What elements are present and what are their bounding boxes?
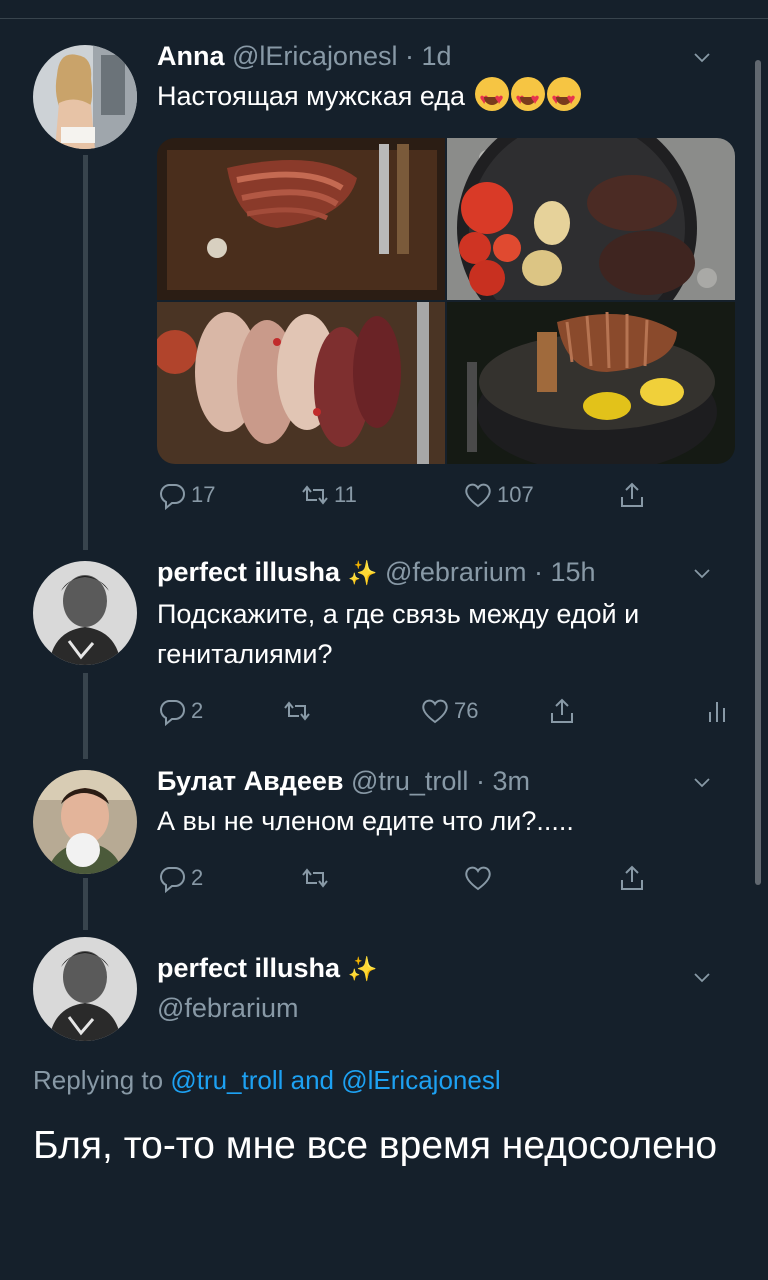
like-button[interactable] <box>463 863 497 893</box>
tweet-header: perfect illusha ✨ <box>157 952 738 986</box>
user-name[interactable]: perfect illusha <box>157 953 340 983</box>
like-icon <box>465 483 491 508</box>
tweet[interactable]: Булат Авдеев @tru_troll · 3m А вы не чле… <box>0 765 768 895</box>
top-divider <box>0 18 768 19</box>
sparkles-emoji: ✨ <box>347 560 378 587</box>
tweet-body: perfect illusha ✨ @febrarium · 15h Подск… <box>157 556 738 674</box>
tweet-header: perfect illusha ✨ @febrarium · 15h <box>157 556 738 590</box>
separator-dot: · <box>405 41 414 71</box>
share-button[interactable] <box>547 696 577 726</box>
reply-icon <box>160 867 185 893</box>
retweet-button[interactable] <box>282 696 316 726</box>
tweet-body: Anna @lEricajonesl · 1d Настоящая мужска… <box>157 40 738 120</box>
mention-link[interactable]: @lEricajonesl <box>341 1065 500 1095</box>
tweet[interactable]: perfect illusha ✨ @febrarium · 15h Подск… <box>0 556 768 726</box>
user-name[interactable]: Булат Авдеев <box>157 766 343 796</box>
media-image-steak[interactable] <box>157 138 445 300</box>
like-count: 107 <box>497 482 534 507</box>
chevron-down-icon[interactable] <box>694 566 710 582</box>
chevron-down-icon[interactable] <box>694 775 710 791</box>
separator-dot: · <box>533 557 543 587</box>
separator-dot: · <box>475 766 485 796</box>
retweet-icon <box>284 701 310 721</box>
timestamp[interactable]: 3m <box>492 766 530 796</box>
tweet-text: Настоящая мужская еда <box>157 76 738 120</box>
chevron-down-icon[interactable] <box>694 970 710 986</box>
user-name[interactable]: perfect illusha <box>157 557 340 587</box>
focused-header: perfect illusha ✨ @febrarium <box>157 952 738 1024</box>
retweet-icon <box>302 485 328 505</box>
media-grid[interactable] <box>157 138 735 464</box>
reply-count: 2 <box>191 698 204 723</box>
tweet-header: Булат Авдеев @tru_troll · 3m <box>157 765 738 797</box>
reply-button[interactable]: 2 <box>157 863 203 893</box>
share-button[interactable] <box>617 863 647 893</box>
avatar[interactable] <box>33 937 137 1041</box>
avatar[interactable] <box>33 45 137 149</box>
tweet-actions: 2 <box>157 863 647 897</box>
replying-to: Replying to @tru_troll and @lEricajonesl <box>33 1065 501 1096</box>
tweet-actions: 2 76 <box>157 696 737 730</box>
tweet-body: Булат Авдеев @tru_troll · 3m А вы не чле… <box>157 765 738 841</box>
share-icon <box>551 698 573 723</box>
tweet-text: Подскажите, а где связь между едой и ген… <box>157 599 640 669</box>
mention-link[interactable]: @tru_troll <box>170 1065 283 1095</box>
share-icon <box>621 865 643 890</box>
sparkles-emoji: ✨ <box>347 956 378 983</box>
tweet[interactable]: Anna @lEricajonesl · 1d Настоящая мужска… <box>0 40 768 520</box>
media-image-cured-meat[interactable] <box>157 302 445 464</box>
tweet-header: Anna @lEricajonesl · 1d <box>157 40 738 72</box>
retweet-button[interactable] <box>300 863 334 893</box>
user-handle[interactable]: @lEricajonesl <box>232 41 397 71</box>
analytics-button[interactable] <box>702 696 732 726</box>
retweet-button[interactable]: 11 <box>300 480 357 510</box>
focused-tweet-text: Бля, то-то мне все время недосолено <box>33 1124 718 1167</box>
timestamp[interactable]: 15h <box>550 557 595 587</box>
reply-button[interactable]: 2 <box>157 696 203 726</box>
like-count: 76 <box>454 698 479 723</box>
reply-button[interactable]: 17 <box>157 480 215 510</box>
reply-icon <box>160 700 185 726</box>
media-image-skillet[interactable] <box>447 138 735 348</box>
timestamp[interactable]: 1d <box>422 41 452 71</box>
like-icon <box>422 699 448 724</box>
share-icon <box>621 482 643 507</box>
tweet-text-content: Настоящая мужская еда <box>157 81 466 111</box>
reply-count: 2 <box>191 865 204 890</box>
media-image-grill[interactable] <box>447 302 735 464</box>
user-name[interactable]: Anna <box>157 41 225 71</box>
like-button[interactable]: 76 <box>420 696 478 726</box>
retweet-icon <box>302 868 328 888</box>
like-icon <box>465 866 491 891</box>
analytics-icon <box>709 702 725 722</box>
avatar[interactable] <box>33 561 137 665</box>
like-button[interactable]: 107 <box>463 480 534 510</box>
reply-icon <box>160 484 185 510</box>
avatar[interactable] <box>33 770 137 874</box>
retweet-count: 11 <box>334 482 357 507</box>
heart-eyes-emoji <box>546 77 581 120</box>
user-handle[interactable]: @febrarium <box>157 992 738 1024</box>
share-button[interactable] <box>617 480 647 510</box>
chevron-down-icon[interactable] <box>694 50 710 66</box>
heart-eyes-emoji <box>474 77 509 120</box>
tweet-actions: 17 11 107 <box>157 480 647 514</box>
replying-label: Replying to <box>33 1065 164 1095</box>
heart-eyes-emoji <box>510 77 545 120</box>
tweet-text: А вы не членом едите что ли?..... <box>157 806 574 836</box>
user-handle[interactable]: @tru_troll <box>351 766 468 796</box>
reply-count: 17 <box>191 482 216 507</box>
replying-and[interactable]: and <box>291 1065 334 1095</box>
user-handle[interactable]: @febrarium <box>385 557 526 587</box>
